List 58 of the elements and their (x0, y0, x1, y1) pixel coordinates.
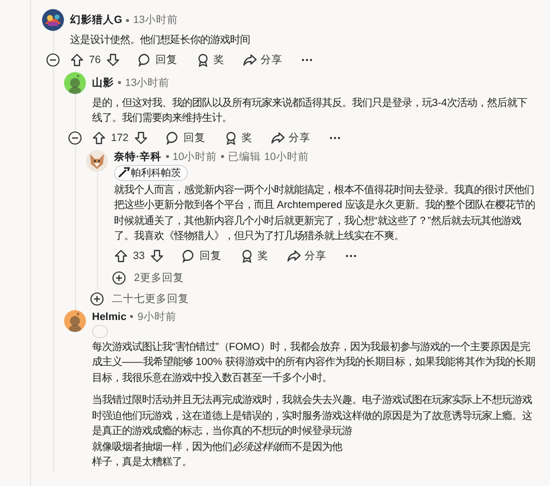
more-replies-link[interactable]: 2更多回复 (134, 271, 184, 285)
downvote-icon[interactable] (134, 130, 148, 144)
more-replies-link[interactable]: 二十七更多回复 (112, 292, 189, 306)
share-icon (270, 130, 285, 144)
comment-icon (182, 248, 196, 262)
share-button[interactable]: 分享 (286, 248, 327, 262)
edited-label: 已编辑 10小时前 (228, 150, 309, 164)
collapse-icon[interactable] (46, 52, 60, 66)
comment-paragraph: 当我错过限时活动并且无法再完成游戏时，我就会失去兴趣。电子游戏试图在玩家实际上不想玩游戏 时强迫他们玩游戏，这在道德上是错误的，实时服务游戏这样做的原因是为了故意诱导玩家上瘾。这 是真正的游戏成瘾的标志，当你真的不想玩的时候登录玩游 就像吸烟者抽烟一样，因为他们必须这样做而不是因为他 样子，真是太糟糕了。 (92, 393, 533, 470)
username[interactable]: 幻影猎人G (70, 13, 122, 27)
share-icon (286, 248, 301, 262)
expand-icon[interactable] (90, 292, 104, 306)
avatar-icon (42, 9, 64, 31)
comment-paragraph: 每次游戏试图让我“害怕错过”（FOMO）时，我都会放弃，因为我最初参与游戏的一个主要原因是完成主义——我希望能够 100% 获得游戏中的所有内容作为我的长期目标，如果我能将其作为我的长期目标，我很乐意在游戏中投入数百甚至一千多个小时。 (92, 340, 536, 386)
weapon-icon (118, 167, 130, 178)
expand-icon[interactable] (112, 271, 126, 285)
timestamp: 13小时前 (125, 76, 170, 90)
comment-icon (166, 130, 180, 144)
timestamp: 10小时前 (172, 150, 218, 164)
more-options-icon[interactable] (344, 254, 357, 258)
vote-count: 172 (111, 132, 129, 144)
vote-count: 76 (89, 54, 101, 66)
award-button[interactable]: 奖 (196, 52, 225, 66)
upvote-icon[interactable] (70, 52, 84, 66)
username[interactable]: Helmic (92, 310, 126, 322)
award-button[interactable]: 奖 (240, 248, 269, 262)
reply-button[interactable]: 回复 (138, 52, 178, 66)
upvote-icon[interactable] (92, 130, 106, 144)
timestamp: 9小时前 (137, 310, 176, 324)
award-icon (196, 52, 210, 66)
share-icon (242, 52, 257, 66)
award-icon (240, 248, 254, 262)
username[interactable]: 奈特·辛科 (114, 150, 162, 164)
award-button[interactable]: 奖 (224, 130, 253, 144)
comment-icon (138, 52, 152, 66)
reply-button[interactable]: 回复 (166, 130, 206, 144)
more-options-icon[interactable] (300, 58, 313, 62)
user-flair: 帕利科帕茨 (114, 164, 188, 180)
separator-dot (166, 155, 168, 158)
vote-count: 33 (133, 250, 145, 262)
comment-paragraph: 这是设计使然。他们想延长你的游戏时间 (70, 33, 251, 48)
share-button[interactable]: 分享 (270, 130, 311, 144)
award-icon (224, 130, 238, 144)
more-options-icon[interactable] (328, 136, 341, 140)
separator-dot (221, 155, 224, 158)
comment-paragraph: 就我个人而言，感觉新内容一两个小时就能搞定，根本不值得花时间去登录。我真的很讨厌他们把这些小更新分散到各个平台，而且 Archtempered 应该是永久更新。我的整个团队在樱花节的时候就通关了，其他新内容几个小时后就更新完了，我心想“就这些了？”然后就去玩其他游戏了。我喜欢《怪物猎人》，但只为了打几场猎杀就上线实在不爽。 (114, 183, 536, 244)
downvote-icon[interactable] (106, 52, 120, 66)
upvote-icon[interactable] (114, 248, 128, 262)
separator-dot (130, 315, 134, 318)
separator-dot (118, 81, 121, 84)
timestamp: 13小时前 (133, 13, 178, 27)
collapse-icon[interactable] (68, 130, 82, 144)
reply-button[interactable]: 回复 (182, 248, 222, 262)
comment-paragraph: 是的，但这对我、我的团队以及所有玩家来说都适得其反。我们只是登录，玩3-4次活动，然后就下线了。我们需要肉来维持生计。 (92, 96, 528, 126)
username[interactable]: 山影 (92, 76, 114, 90)
downvote-icon[interactable] (150, 248, 164, 262)
separator-dot (126, 18, 130, 22)
share-button[interactable]: 分享 (242, 52, 283, 66)
